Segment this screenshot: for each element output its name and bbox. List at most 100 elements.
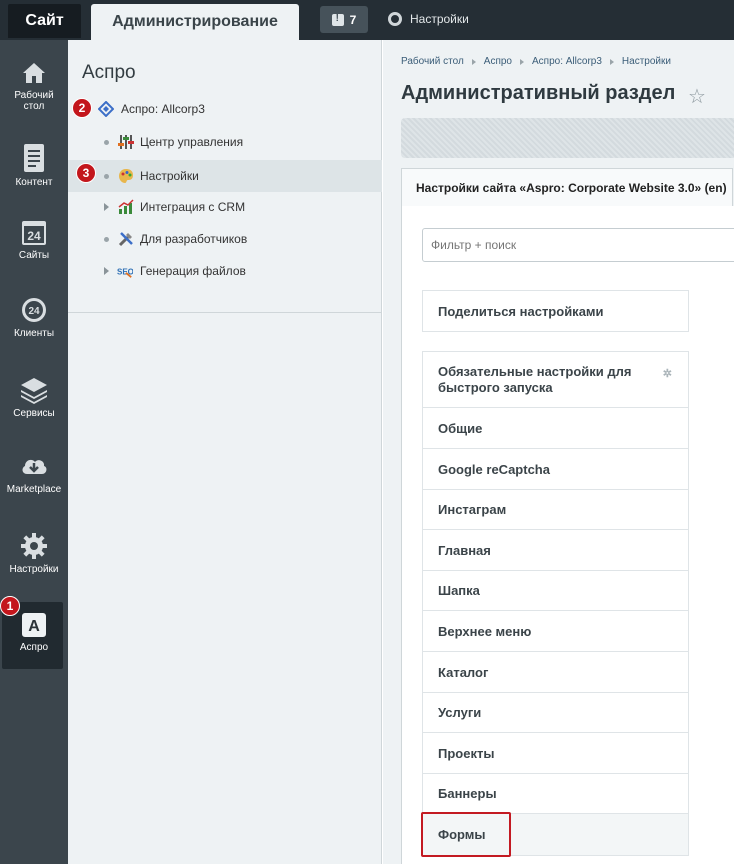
menu-item-banners[interactable]: Баннеры <box>423 774 688 814</box>
settings-panel: Поделиться настройками Обязательные наст… <box>401 206 734 864</box>
toolbar-stripe <box>401 118 734 158</box>
tab-site-settings[interactable]: Настройки сайта «Aspro: Corporate Websit… <box>401 168 733 206</box>
breadcrumb-aspro[interactable]: Аспро <box>484 56 512 67</box>
sidebar-item-clients[interactable]: 24 Клиенты <box>0 296 68 339</box>
settings-menu: Обязательные настройки для быстрого запу… <box>422 351 689 856</box>
gear-icon <box>388 12 402 26</box>
top-settings-link[interactable]: Настройки <box>388 10 469 28</box>
expand-arrow-icon[interactable] <box>104 203 109 211</box>
breadcrumb-separator-icon <box>471 58 476 65</box>
breadcrumb-desktop[interactable]: Рабочий стол <box>401 56 464 67</box>
svg-text:SEO: SEO <box>117 268 133 277</box>
aspro-icon: A <box>22 613 46 637</box>
sidebar-item-label: стол <box>23 101 45 112</box>
star-icon[interactable]: ☆ <box>688 84 706 109</box>
clients-24-icon: 24 <box>22 298 46 322</box>
breadcrumb-separator-icon <box>609 58 614 65</box>
sidebar-item-sites[interactable]: 24 Сайты <box>0 218 68 261</box>
notifications-button[interactable]: 7 <box>320 6 368 33</box>
step-badge-2: 2 <box>72 98 92 118</box>
sidebar-item-desktop[interactable]: Рабочий стол <box>0 60 68 112</box>
main-content: Рабочий стол Аспро Аспро: Allcorp3 Настр… <box>383 40 734 864</box>
breadcrumb-allcorp3[interactable]: Аспро: Allcorp3 <box>532 56 602 67</box>
calendar-24-icon: 24 <box>22 221 46 245</box>
diamond-icon <box>98 101 114 117</box>
menu-item-main[interactable]: Главная <box>423 530 688 571</box>
breadcrumb-separator-icon <box>520 58 524 65</box>
seo-icon: SEO <box>117 268 133 278</box>
notification-icon <box>331 13 344 26</box>
cloud-download-icon <box>22 459 47 474</box>
tree-item-settings[interactable]: Настройки <box>68 160 382 192</box>
expand-arrow-icon[interactable] <box>104 267 109 275</box>
menu-item-top-menu[interactable]: Верхнее меню <box>423 611 688 652</box>
sidebar-item-settings[interactable]: Настройки <box>0 532 68 575</box>
tree-item-label: Аспро: Allcorp3 <box>121 102 205 116</box>
tree-item-label: Центр управления <box>140 135 244 149</box>
tree-item-developers[interactable]: Для разработчиков <box>68 224 382 254</box>
document-icon <box>24 144 44 172</box>
sidebar-item-content[interactable]: Контент <box>0 143 68 188</box>
sidebar-item-marketplace[interactable]: Marketplace <box>0 454 68 495</box>
tree-item-file-generation[interactable]: SEO Генерация файлов <box>68 256 382 286</box>
menu-item-catalog[interactable]: Каталог <box>423 652 688 693</box>
step-badge-3: 3 <box>76 163 96 183</box>
panel-divider <box>68 312 382 313</box>
breadcrumb-settings[interactable]: Настройки <box>622 56 671 67</box>
notifications-count: 7 <box>349 12 357 27</box>
top-settings-label: Настройки <box>410 12 469 26</box>
sidebar-item-services[interactable]: Сервисы <box>0 376 68 419</box>
svg-text:24: 24 <box>28 306 40 317</box>
gear-icon <box>21 533 47 559</box>
sidebar-item-label: Marketplace <box>6 484 62 495</box>
sidebar-item-aspro[interactable]: A Аспро <box>0 612 68 653</box>
layers-icon <box>21 378 47 404</box>
sidebar-item-label: Сервисы <box>13 408 55 419</box>
step-badge-1: 1 <box>0 596 20 616</box>
menu-item-label: Обязательные настройки для быстрого запу… <box>438 363 632 395</box>
pin-icon[interactable]: ✲ <box>663 366 672 382</box>
tree-item-label: Настройки <box>140 169 199 183</box>
tree-item-label: Генерация файлов <box>140 264 246 278</box>
sliders-icon <box>118 135 134 149</box>
svg-text:A: A <box>28 618 40 635</box>
sidebar-item-label: Аспро <box>19 642 49 653</box>
bullet-icon <box>104 237 109 242</box>
share-settings-box: Поделиться настройками <box>422 290 689 332</box>
sidebar-item-label: Клиенты <box>13 328 55 339</box>
svg-text:24: 24 <box>27 229 41 243</box>
share-settings-button[interactable]: Поделиться настройками <box>423 291 688 331</box>
menu-item-header[interactable]: Шапка <box>423 571 688 611</box>
filter-search-input[interactable] <box>422 228 734 262</box>
menu-item-general[interactable]: Общие <box>423 408 688 449</box>
page-title: Административный раздел <box>401 82 676 104</box>
tree-item-crm-integration[interactable]: Интеграция с CRM <box>68 192 382 222</box>
sidebar-item-label: Контент <box>15 177 53 188</box>
tree-item-aspro-allcorp3[interactable]: Аспро: Allcorp3 <box>68 94 382 124</box>
palette-icon <box>119 169 133 183</box>
sidebar-item-label: Рабочий <box>14 90 54 101</box>
bullet-icon <box>104 174 109 179</box>
bullet-icon <box>104 140 109 145</box>
menu-item-recaptcha[interactable]: Google reCaptcha <box>423 449 688 490</box>
tree-item-control-center[interactable]: Центр управления <box>68 127 382 157</box>
breadcrumb: Рабочий стол Аспро Аспро: Allcorp3 Настр… <box>401 56 671 67</box>
menu-item-services[interactable]: Услуги <box>423 693 688 733</box>
menu-item-projects[interactable]: Проекты <box>423 733 688 774</box>
tab-administration[interactable]: Администрирование <box>91 4 299 40</box>
menu-item-instagram[interactable]: Инстаграм <box>423 490 688 530</box>
tools-icon <box>118 232 133 247</box>
menu-item-quick-start[interactable]: Обязательные настройки для быстрого запу… <box>423 352 688 408</box>
sidebar-item-label: Настройки <box>9 564 59 575</box>
tab-site[interactable]: Сайт <box>8 4 81 38</box>
panel-title: Аспро <box>82 62 136 83</box>
tree-item-label: Интеграция с CRM <box>140 200 246 214</box>
sidebar-item-label: Сайты <box>18 250 50 261</box>
forms-highlight-frame <box>421 812 511 857</box>
main-sidebar: Рабочий стол Контент 24 Сайты 24 Клиенты <box>0 40 68 864</box>
top-bar: Сайт Администрирование 7 Настройки <box>0 0 734 40</box>
section-tree-panel: Аспро Аспро: Allcorp3 Центр управления Н… <box>68 40 382 864</box>
tree-item-label: Для разработчиков <box>140 232 248 246</box>
chart-icon <box>118 199 134 214</box>
home-icon <box>23 63 45 83</box>
